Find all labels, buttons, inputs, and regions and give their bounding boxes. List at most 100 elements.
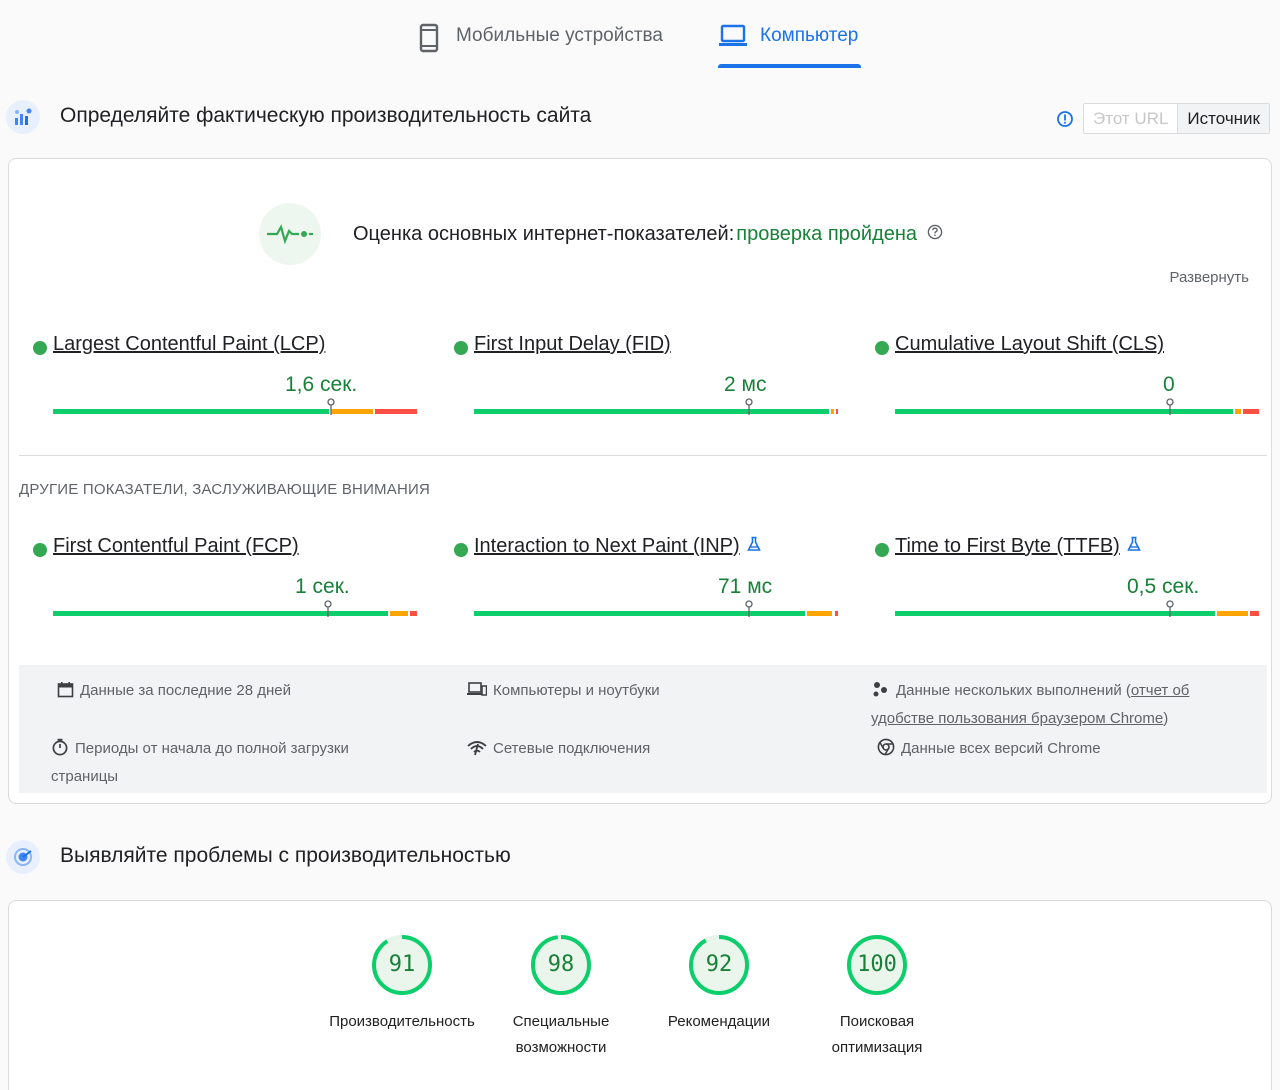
info-icon[interactable] xyxy=(1056,110,1074,133)
metric-value: 0 xyxy=(1163,373,1175,396)
bar-segment-poor xyxy=(1242,409,1259,414)
crux-badge-icon xyxy=(6,100,40,134)
info-devices-text: Компьютеры и ноутбуки xyxy=(493,682,660,699)
help-icon[interactable] xyxy=(927,223,943,246)
metric-name[interactable]: Largest Contentful Paint (LCP) xyxy=(53,333,325,356)
bar-segment-poor xyxy=(375,409,417,414)
metric-lcp: Largest Contentful Paint (LCP) 1,6 сек. xyxy=(33,333,423,423)
percentile-marker xyxy=(326,398,336,416)
status-dot xyxy=(33,341,47,355)
info-versions-text: Данные всех версий Chrome xyxy=(901,740,1101,757)
bar-segment-poor xyxy=(836,409,839,414)
bar-segment-good xyxy=(474,611,806,616)
smartphone-icon xyxy=(418,23,440,58)
expand-link[interactable]: Развернуть xyxy=(1169,269,1249,286)
score-accessibility[interactable]: 98 Специальные возможности xyxy=(476,933,646,1061)
score-performance[interactable]: 91 Производительность xyxy=(317,933,487,1035)
score-best-practices[interactable]: 92 Рекомендации xyxy=(634,933,804,1035)
metric-name-text: Interaction to Next Paint (INP) xyxy=(474,535,740,557)
bar-segment-average xyxy=(389,611,408,616)
tab-mobile[interactable]: Мобильные устройства xyxy=(418,18,663,68)
lab-data-title: Выявляйте проблемы с производительностью xyxy=(60,844,511,867)
tab-desktop-label: Компьютер xyxy=(760,25,859,46)
metric-name[interactable]: Interaction to Next Paint (INP) xyxy=(474,535,762,558)
device-tabs: Мобильные устройства Компьютер xyxy=(0,0,1280,70)
toggle-origin[interactable]: Источник xyxy=(1178,104,1269,133)
metric-name[interactable]: Cumulative Layout Shift (CLS) xyxy=(895,333,1164,356)
info-network: Сетевые подключения xyxy=(467,736,650,764)
cwv-assessment: Оценка основных интернет-показателей: пр… xyxy=(353,223,943,246)
bar-segment-good xyxy=(53,409,330,414)
info-duration-line2: страницы xyxy=(51,768,119,785)
metric-fid: First Input Delay (FID) 2 мс xyxy=(454,333,844,423)
info-samples-suffix: ) xyxy=(1163,710,1169,727)
cwv-assessment-result: проверка пройдена xyxy=(736,223,918,245)
field-data-card: Оценка основных интернет-показателей: пр… xyxy=(8,158,1272,804)
status-dot xyxy=(454,341,468,355)
distribution-bar xyxy=(895,398,1261,415)
cwv-assessment-label: Оценка основных интернет-показателей: xyxy=(353,223,735,245)
chrome-icon xyxy=(877,738,895,764)
percentile-marker xyxy=(1165,600,1175,618)
score-value: 100 xyxy=(857,952,897,977)
score-value: 91 xyxy=(388,952,416,977)
percentile-marker xyxy=(323,600,333,618)
toggle-this-url[interactable]: Этот URL xyxy=(1084,104,1179,133)
score-gauge: 91 xyxy=(370,933,434,997)
info-samples-prefix: Данные нескольких выполнений ( xyxy=(896,682,1131,699)
score-value: 92 xyxy=(705,952,733,977)
active-tab-indicator xyxy=(718,64,861,68)
score-label: Производительность xyxy=(317,1009,487,1035)
crux-report-link[interactable]: отчет об xyxy=(1131,682,1190,699)
info-duration: Периоды от начала до полной загрузки стра… xyxy=(51,736,349,789)
score-gauge: 98 xyxy=(529,933,593,997)
status-dot xyxy=(875,341,889,355)
score-label: Рекомендации xyxy=(634,1009,804,1035)
metric-name[interactable]: First Input Delay (FID) xyxy=(474,333,671,356)
info-devices: Компьютеры и ноутбуки xyxy=(467,678,660,706)
stopwatch-icon xyxy=(51,738,69,764)
lighthouse-badge-icon xyxy=(6,840,40,874)
distribution-bar xyxy=(895,600,1261,617)
bar-segment-good xyxy=(895,409,1234,414)
bar-segment-average xyxy=(807,611,833,616)
tab-mobile-label: Мобильные устройства xyxy=(456,25,663,46)
metric-name[interactable]: Time to First Byte (TTFB) xyxy=(895,535,1142,558)
bar-segment-poor xyxy=(409,611,417,616)
metric-value: 1,6 сек. xyxy=(285,373,358,396)
info-samples: Данные нескольких выполнений (отчет об уд… xyxy=(871,678,1251,731)
bar-segment-good xyxy=(53,611,388,616)
bar-segment-poor xyxy=(1250,611,1259,616)
tab-desktop[interactable]: Компьютер xyxy=(718,18,858,68)
calendar-icon xyxy=(57,681,74,706)
distribution-bar xyxy=(53,398,419,415)
bar-segment-average xyxy=(331,409,374,414)
metric-name[interactable]: First Contentful Paint (FCP) xyxy=(53,535,299,558)
users-group-icon xyxy=(871,681,890,706)
info-period-text: Данные за последние 28 дней xyxy=(80,682,292,699)
bar-segment-good xyxy=(474,409,829,414)
score-label-line1: Специальные xyxy=(512,1013,610,1030)
crux-report-link-2[interactable]: удобстве пользования браузером Chrome xyxy=(871,710,1163,727)
score-seo[interactable]: 100 Поисковая оптимизация xyxy=(792,933,962,1061)
metric-fcp: First Contentful Paint (FCP) 1 сек. xyxy=(33,535,423,625)
score-label-line1: Рекомендации xyxy=(667,1013,771,1030)
status-dot xyxy=(454,543,468,557)
info-duration-line1: Периоды от начала до полной загрузки xyxy=(75,740,349,757)
score-label: Поисковая оптимизация xyxy=(792,1009,962,1061)
status-dot xyxy=(875,543,889,557)
distribution-bar xyxy=(474,398,840,415)
status-dot xyxy=(33,543,47,557)
other-metrics-title: ДРУГИЕ ПОКАЗАТЕЛИ, ЗАСЛУЖИВАЮЩИЕ ВНИМАНИ… xyxy=(19,481,431,498)
percentile-marker xyxy=(744,600,754,618)
lab-data-header: Выявляйте проблемы с производительностью xyxy=(0,840,1280,880)
metric-name-text: Time to First Byte (TTFB) xyxy=(895,535,1120,557)
experimental-flask-icon xyxy=(746,535,762,558)
score-label-line2: оптимизация xyxy=(831,1039,923,1056)
info-versions: Данные всех версий Chrome xyxy=(877,736,1101,764)
score-label-line1: Производительность xyxy=(329,1013,475,1030)
field-data-title: Определяйте фактическую производительнос… xyxy=(60,104,592,127)
score-label: Специальные возможности xyxy=(476,1009,646,1061)
pulse-icon xyxy=(259,203,321,265)
bar-segment-average xyxy=(830,409,835,414)
